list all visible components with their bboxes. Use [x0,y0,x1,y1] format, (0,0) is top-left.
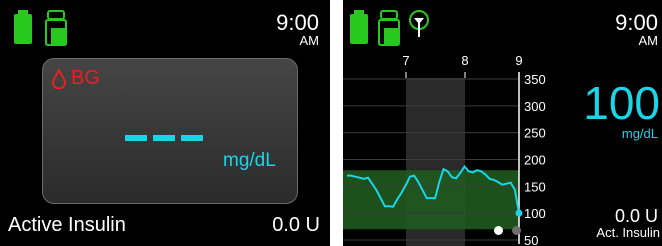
bg-unit: mg/dL [223,150,276,171]
home-screen-left: 9:00 AM BG --- mg/dL Active Insulin 0.0 … [0,0,330,246]
chart-x-tick-label: 8 [461,53,468,68]
active-insulin-value: 0.0 U [614,206,658,226]
bg-value-dash [153,135,175,141]
clock-ampm: AM [638,33,659,48]
bg-trend-chart[interactable]: 7 8 9350 300 250 200 150 100 50 [343,48,563,246]
clock-ampm: AM [299,33,320,48]
battery-icon [350,10,368,44]
chart-y-tick-label: 350 [524,72,546,87]
page-dot[interactable] [512,226,521,235]
page-dot-active[interactable] [494,226,503,235]
active-insulin-label: Act. Insulin [596,225,660,240]
bg-card[interactable]: BG --- mg/dL [42,58,298,204]
home-screen-right: 9:00 AM 7 8 9 350 300 250 200 150 100 50 100 mg/d… [343,0,662,246]
bg-value-dash [181,135,203,141]
active-insulin-label: Active Insulin [8,214,126,236]
chart-x-tick-label: 9 [515,53,522,68]
active-insulin-value: 0.0 U [272,214,320,236]
insulin-vial-icon [45,10,67,46]
current-bg-value: 100 [583,77,660,129]
blood-drop-icon [52,69,66,89]
chart-y-tick-label: 150 [524,179,546,194]
clock-time: 9:00 [615,10,658,35]
chart-y-tick-label: 250 [524,126,546,141]
chart-y-tick-label: 300 [524,99,546,114]
chart-y-tick-label: 100 [524,206,546,221]
insulin-vial-icon [378,10,400,46]
bg-value-dash [125,135,147,141]
chart-current-point [515,209,523,217]
chart-y-tick-label: 200 [524,153,546,168]
clock-time: 9:00 [276,10,319,35]
signal-antenna-icon [409,10,429,37]
current-bg-unit: mg/dL [621,126,658,141]
chart-x-tick-label: 7 [402,53,409,68]
bg-label: BG [71,67,100,89]
chart-y-tick-label: 50 [524,233,538,246]
battery-icon [14,10,32,44]
